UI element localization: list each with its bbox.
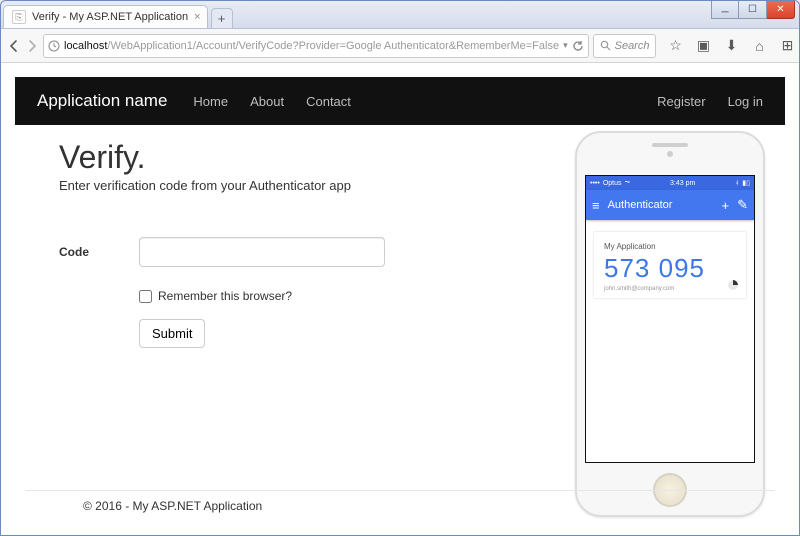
bluetooth-icon: ᚼ [735,180,739,187]
battery-icon: ▮▯ [742,179,750,187]
url-dropdown-icon[interactable]: ▾ [563,40,568,51]
app-bar: ≡ Authenticator + ✎ [586,190,754,220]
tab-close-icon[interactable]: × [194,11,200,23]
search-placeholder: Search [615,40,650,52]
reload-icon[interactable] [572,40,584,52]
forward-button[interactable] [25,34,39,58]
site-navbar: Application name Home About Contact Regi… [15,77,785,125]
remember-checkbox[interactable] [139,290,152,303]
phone-mockup: •••• Optus ⏦ 3:43 pm ᚼ ▮▯ ≡ Authenticato… [575,131,765,517]
nav-contact[interactable]: Contact [306,94,351,109]
window-controls: ─ ☐ ✕ [711,1,795,19]
back-button[interactable] [7,34,21,58]
new-tab-button[interactable]: + [211,8,233,28]
remember-label: Remember this browser? [158,289,292,303]
card-email: john.smith@company.com [604,286,736,292]
browser-window: ─ ☐ ✕ ⎘ Verify - My ASP.NET Application … [0,0,800,536]
nav-home[interactable]: Home [193,94,228,109]
phone-statusbar: •••• Optus ⏦ 3:43 pm ᚼ ▮▯ [586,176,754,190]
phone-camera [667,151,673,157]
bookmark-star-icon[interactable]: ☆ [662,34,688,58]
nav-register[interactable]: Register [657,94,705,109]
nav-about[interactable]: About [250,94,284,109]
card-app-name: My Application [604,242,736,251]
auth-card: My Application 573 095 john.smith@compan… [594,232,746,298]
page-viewport: Application name Home About Contact Regi… [1,63,799,535]
plus-icon: + [722,198,730,213]
phone-speaker [652,143,688,147]
code-input[interactable] [139,237,385,267]
search-icon [600,40,611,51]
nav-login[interactable]: Log in [728,94,763,109]
edit-icon: ✎ [737,197,748,213]
timer-icon [728,280,738,290]
window-close-button[interactable]: ✕ [767,1,795,19]
hamburger-icon: ≡ [592,198,600,213]
code-label: Code [59,245,139,259]
address-bar[interactable]: localhost/WebApplication1/Account/Verify… [43,34,589,58]
window-maximize-button[interactable]: ☐ [739,1,767,19]
nav-toolbar: localhost/WebApplication1/Account/Verify… [1,29,799,63]
tab-strip: ⎘ Verify - My ASP.NET Application × + [1,1,233,28]
page-footer: © 2016 - My ASP.NET Application [25,490,775,523]
toolbar-right: ☆ ▣ ⬇ ⌂ ⊞ [660,34,800,58]
carrier-label: Optus [603,180,622,187]
submit-button[interactable]: Submit [139,319,205,348]
phone-time: 3:43 pm [670,180,695,187]
window-minimize-button[interactable]: ─ [711,1,739,19]
addons-icon[interactable]: ⊞ [774,34,800,58]
tab-title: Verify - My ASP.NET Application [32,11,188,23]
downloads-icon[interactable]: ⬇ [718,34,744,58]
browser-tab[interactable]: ⎘ Verify - My ASP.NET Application × [3,5,208,28]
identity-icon [48,40,60,52]
brand[interactable]: Application name [37,91,167,111]
url-text: localhost/WebApplication1/Account/Verify… [64,40,559,52]
pocket-icon[interactable]: ▣ [690,34,716,58]
titlebar: ⎘ Verify - My ASP.NET Application × + [1,1,799,29]
favicon-icon: ⎘ [12,10,26,24]
home-icon[interactable]: ⌂ [746,34,772,58]
signal-icon: •••• [590,180,600,187]
phone-screen: •••• Optus ⏦ 3:43 pm ᚼ ▮▯ ≡ Authenticato… [585,175,755,463]
app-title: Authenticator [608,199,673,211]
card-code: 573 095 [604,253,736,284]
page-content: Verify. Enter verification code from you… [1,125,799,348]
search-box[interactable]: Search [593,34,657,58]
wifi-icon: ⏦ [625,179,631,187]
